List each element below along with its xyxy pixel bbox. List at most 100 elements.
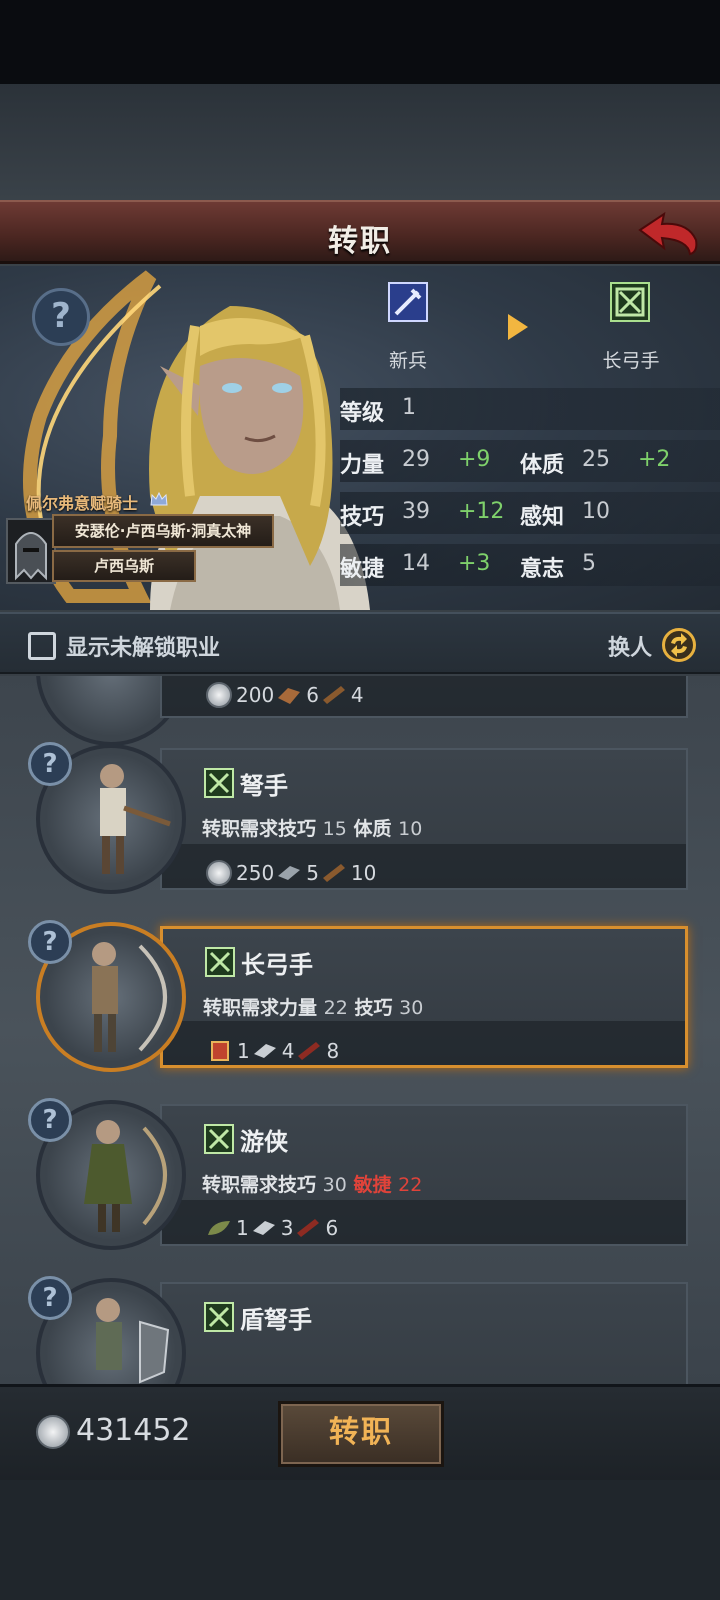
class-card-shield-crossbowman[interactable]: 盾弩手 — [160, 1282, 688, 1384]
class-name: 游侠 — [240, 1128, 288, 1156]
cost-value: 4 — [281, 1039, 295, 1063]
req-value: 22 — [323, 997, 348, 1019]
silver-coin-icon — [206, 682, 232, 708]
help-icon[interactable]: ? — [28, 920, 72, 964]
help-icon[interactable]: ? — [28, 1098, 72, 1142]
class-name: 弩手 — [240, 772, 288, 800]
cost-value: 4 — [350, 683, 364, 707]
bow-icon — [610, 282, 650, 322]
cost-value: 5 — [306, 861, 319, 885]
stat-label: 技巧 — [340, 505, 385, 530]
wood-icon — [322, 864, 345, 882]
req-label: 技巧 — [278, 1174, 317, 1196]
badge-medal-icon — [211, 1041, 229, 1061]
cost-row: 1 4 8 — [207, 1039, 339, 1063]
confirm-class-change-button[interactable]: 转职 — [278, 1401, 444, 1467]
class-name: 长弓手 — [241, 951, 313, 979]
stat-label: 等级 — [340, 401, 385, 426]
stat-value: 29 — [402, 447, 430, 472]
character-title: 佩尔弗意赋骑士 — [26, 494, 139, 513]
hardwood-icon — [298, 1042, 321, 1060]
cost-value: 1 — [237, 1039, 250, 1063]
req-prefix: 转职需求 — [202, 1174, 279, 1196]
req-label: 技巧 — [278, 818, 317, 840]
req-prefix: 转职需求 — [202, 818, 279, 840]
screen: 转职 ? 佩尔弗意赋骑士 安瑟伦·卢西乌斯·洞真太神 卢西乌斯 新兵 长弓手 等… — [0, 0, 720, 1600]
cost-row: 200 6 4 — [206, 682, 364, 708]
coin-balance: 431452 — [76, 1413, 191, 1448]
iron-ingot-icon — [278, 866, 301, 880]
hardwood-icon — [297, 1219, 320, 1237]
stat-bonus: +3 — [458, 551, 491, 576]
class-requirement: 转职需求技巧 30 敏捷 22 — [202, 1170, 422, 1197]
bottom-bar: 431452 转职 — [0, 1384, 720, 1480]
cost-value: 3 — [280, 1216, 294, 1240]
stat-bonus: +9 — [458, 447, 491, 472]
bow-icon — [205, 947, 235, 977]
class-card-crossbowman[interactable]: 弩手 转职需求技巧 15 体质 10 250 5 10 — [160, 748, 688, 890]
iron-ingot-icon — [252, 1221, 275, 1235]
stat-value: 39 — [402, 499, 430, 524]
cost-value: 8 — [326, 1039, 340, 1063]
req-value: 15 — [322, 818, 347, 840]
herb-leaf-icon — [208, 1221, 230, 1235]
stat-value: 5 — [582, 551, 596, 576]
cost-value: 6 — [325, 1216, 339, 1240]
class-card[interactable]: 200 6 4 — [160, 676, 688, 718]
stat-value: 10 — [582, 499, 610, 524]
class-card-longbowman[interactable]: 长弓手 转职需求力量 22 技巧 30 1 4 8 — [160, 926, 688, 1068]
bow-icon — [204, 1124, 234, 1154]
stat-label: 体质 — [520, 453, 565, 478]
cost-value: 250 — [236, 861, 275, 885]
class-requirement: 转职需求技巧 15 体质 10 — [202, 814, 422, 841]
wood-icon — [322, 686, 345, 704]
leather-icon — [278, 688, 301, 704]
cost-row: 250 5 10 — [206, 860, 376, 886]
filter-toolbar: 显示未解锁职业 换人 — [0, 612, 720, 674]
req-value: 30 — [322, 1174, 347, 1196]
stat-label: 感知 — [520, 505, 565, 530]
show-locked-label[interactable]: 显示未解锁职业 — [66, 630, 220, 662]
silver-coin-icon — [36, 1415, 70, 1449]
cost-value: 200 — [236, 683, 275, 707]
req-value: 10 — [398, 818, 423, 840]
stat-label: 敏捷 — [340, 557, 385, 582]
req-label-unmet: 敏捷 — [353, 1174, 392, 1196]
back-arrow-icon[interactable] — [636, 210, 702, 260]
req-value: 30 — [399, 997, 424, 1019]
help-icon[interactable]: ? — [32, 288, 90, 346]
current-class-label: 新兵 — [388, 350, 427, 372]
cost-row: 1 3 6 — [206, 1216, 338, 1240]
sword-icon — [388, 282, 428, 322]
character-full-name: 安瑟伦·卢西乌斯·洞真太神 — [52, 514, 274, 548]
arrow-right-icon — [508, 314, 528, 340]
stat-value: 14 — [402, 551, 430, 576]
swap-icon[interactable] — [662, 628, 696, 662]
req-label: 技巧 — [354, 997, 393, 1019]
stat-row-agility: 敏捷 14 +3 意志 5 — [340, 544, 720, 586]
help-icon[interactable]: ? — [28, 742, 72, 786]
bottom-spacer — [0, 1480, 720, 1600]
help-icon[interactable]: ? — [28, 1276, 72, 1320]
stat-row-skill: 技巧 39 +12 感知 10 — [340, 492, 720, 534]
header-bar: 转职 — [0, 200, 720, 264]
crown-icon — [150, 492, 168, 506]
class-name: 盾弩手 — [240, 1306, 312, 1334]
bow-icon — [204, 768, 234, 798]
helmet-badge-icon — [6, 518, 56, 584]
class-card-ranger[interactable]: 游侠 转职需求技巧 30 敏捷 22 1 3 6 — [160, 1104, 688, 1246]
bow-icon — [204, 1302, 234, 1332]
iron-ingot-icon — [253, 1044, 276, 1058]
target-class-label: 长弓手 — [602, 350, 660, 372]
class-list[interactable]: 200 6 4 弩手 转职需求技巧 15 体质 10 250 5 10 ? 长弓… — [0, 676, 720, 1384]
swap-character-label[interactable]: 换人 — [608, 630, 652, 662]
stat-bonus: +2 — [638, 447, 671, 472]
page-title: 转职 — [328, 224, 392, 259]
req-prefix: 转职需求 — [203, 997, 280, 1019]
stat-bonus: +12 — [458, 499, 505, 524]
show-locked-checkbox[interactable] — [28, 632, 56, 660]
silver-coin-icon — [206, 860, 232, 886]
cost-value: 6 — [306, 683, 319, 707]
class-requirement: 转职需求力量 22 技巧 30 — [203, 993, 423, 1020]
character-short-name: 卢西乌斯 — [52, 550, 196, 582]
